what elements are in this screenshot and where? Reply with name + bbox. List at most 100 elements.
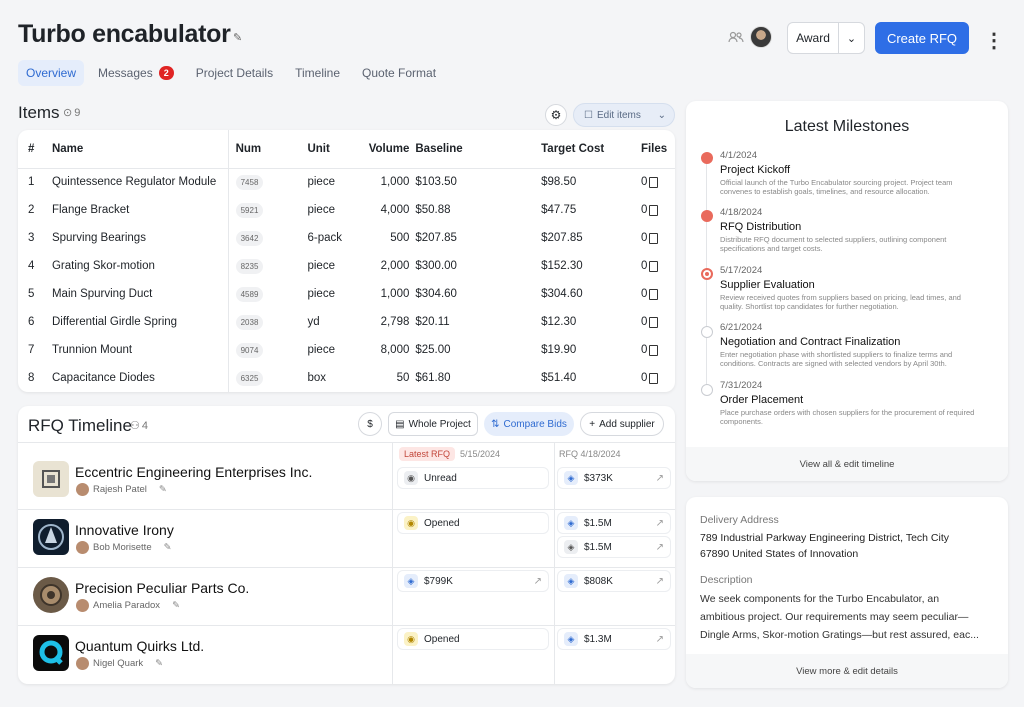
- avatar[interactable]: [750, 26, 772, 48]
- contact-name: Nigel Quark: [93, 658, 144, 669]
- bid-chip[interactable]: ◈ $1.5M ↗: [558, 537, 670, 557]
- files-cell[interactable]: 0: [641, 316, 659, 328]
- milestone-title: Supplier Evaluation: [720, 279, 815, 291]
- contact-name: Amelia Paradox: [93, 600, 161, 611]
- milestone-date: 4/1/2024: [720, 150, 757, 161]
- supplier-name[interactable]: Innovative Irony: [75, 522, 174, 538]
- description-line: Dingle Arms, Skor-motion Gratings—but re…: [700, 629, 979, 641]
- item-target-cost: $304.60: [541, 288, 583, 300]
- tag-icon: ◈: [564, 516, 578, 530]
- files-cell[interactable]: 0: [641, 344, 659, 356]
- bid-chip[interactable]: ◈ $373K ↗: [558, 468, 670, 488]
- latest-rfq-header: Latest RFQ 5/15/2024: [399, 447, 500, 461]
- supplier-logo: [33, 577, 69, 613]
- files-cell[interactable]: 0: [641, 204, 659, 216]
- tab-overview[interactable]: Overview: [18, 60, 85, 86]
- latest-rfq-date: 5/15/2024: [460, 449, 501, 459]
- milestones-title: Latest Milestones: [784, 118, 910, 135]
- edit-title-icon[interactable]: ✎: [233, 31, 242, 44]
- view-all-timeline-link[interactable]: View all & edit timeline: [686, 447, 1008, 481]
- milestone-item: 4/1/2024 Project Kickoff Official launch o…: [720, 150, 985, 197]
- edit-items-button[interactable]: ☐ Edit items ⌄: [573, 103, 675, 127]
- supplier-name[interactable]: Quantum Quirks Ltd.: [75, 638, 204, 654]
- table-row[interactable]: 6 Differential Girdle Spring 2038 yd 2,798 $2…: [18, 308, 675, 336]
- more-options-icon[interactable]: ⋮: [984, 28, 1004, 53]
- item-target-cost: $152.30: [541, 260, 583, 272]
- item-name: Trunnion Mount: [51, 344, 133, 356]
- view-more-details-link[interactable]: View more & edit details: [686, 654, 1008, 688]
- add-supplier-button[interactable]: + Add supplier: [580, 412, 664, 436]
- tab-label: Quote Format: [362, 66, 437, 80]
- bid-status-chip[interactable]: ◉ Unread: [398, 468, 548, 488]
- bid-chip[interactable]: ◈ $808K ↗: [558, 571, 670, 591]
- bid-amount: $373K: [584, 472, 613, 484]
- bid-amount: $799K: [424, 575, 453, 587]
- item-volume: 500: [390, 232, 410, 244]
- award-button[interactable]: Award: [787, 22, 839, 54]
- files-cell[interactable]: 0: [641, 260, 659, 272]
- tab-timeline[interactable]: Timeline: [287, 60, 348, 86]
- avatar: [76, 483, 89, 496]
- milestone-pending-icon: [701, 326, 713, 338]
- settings-gear-icon[interactable]: ⚙: [545, 104, 567, 126]
- item-baseline: $207.85: [415, 232, 457, 244]
- table-row[interactable]: 4 Grating Skor-motion 8235 piece 2,000 $300.0…: [18, 252, 675, 280]
- files-cell[interactable]: 0: [641, 176, 659, 188]
- milestone-title: Order Placement: [720, 394, 804, 406]
- table-row[interactable]: 3 Spurving Bearings 3642 6-pack 500 $207.85 $2…: [18, 224, 675, 252]
- edit-icon[interactable]: ✎: [159, 484, 167, 495]
- item-num-badge: 3642: [235, 231, 264, 246]
- arrow-up-right-icon: ↗: [655, 633, 664, 645]
- description-line: ambitious project. Our requirements may …: [700, 611, 969, 623]
- file-count: 0: [640, 288, 648, 300]
- edit-icon[interactable]: ✎: [155, 658, 163, 669]
- col-header: Baseline: [413, 130, 536, 169]
- avatar: [76, 657, 89, 670]
- file-count: 0: [640, 372, 648, 384]
- files-cell[interactable]: 0: [641, 232, 659, 244]
- tab-quote-format[interactable]: Quote Format: [354, 60, 444, 86]
- files-cell[interactable]: 0: [640, 372, 659, 384]
- team-members[interactable]: [728, 26, 772, 48]
- table-row[interactable]: 8 Capacitance Diodes 6325 box 50 $61.80 $51.40…: [18, 364, 675, 392]
- item-volume: 50: [396, 372, 410, 384]
- bid-status-chip[interactable]: ◉ Opened: [398, 513, 548, 533]
- bid-chip[interactable]: ◈ $1.3M ↗: [558, 629, 670, 649]
- file-icon: [649, 204, 659, 216]
- edit-icon[interactable]: ✎: [164, 542, 172, 553]
- item-unit: box: [307, 372, 327, 384]
- table-row[interactable]: 7 Trunnion Mount 9074 piece 8,000 $25.00 $19.9…: [18, 336, 675, 364]
- whole-project-button[interactable]: ▤ Whole Project: [388, 412, 478, 436]
- chevron-down-icon[interactable]: ⌄: [658, 110, 666, 121]
- bid-status-chip[interactable]: ◉ Opened: [398, 629, 548, 649]
- table-row[interactable]: 1 Quintessence Regulator Module 7458 piece 1…: [18, 168, 675, 196]
- supplier-name[interactable]: Eccentric Engineering Enterprises Inc.: [75, 464, 312, 480]
- item-unit: piece: [307, 176, 335, 189]
- files-cell[interactable]: 0: [640, 288, 659, 300]
- table-row[interactable]: 5 Main Spurving Duct 4589 piece 1,000 $304.60…: [18, 280, 675, 308]
- tab-project-details[interactable]: Project Details: [188, 60, 281, 86]
- bid-chip[interactable]: ◈ $799K ↗: [398, 571, 548, 591]
- compare-icon: ⇅: [491, 418, 500, 430]
- item-target-cost: $12.30: [541, 316, 577, 328]
- item-name: Grating Skor-motion: [51, 260, 155, 272]
- table-row[interactable]: 2 Flange Bracket 5921 piece 4,000 $50.88 $47.7…: [18, 196, 675, 224]
- currency-button[interactable]: $: [358, 412, 382, 436]
- tab-label: Overview: [26, 66, 77, 80]
- bid-status: Opened: [424, 517, 460, 529]
- eye-icon: ◉: [404, 516, 418, 530]
- compare-bids-button[interactable]: ⇅ Compare Bids: [484, 412, 574, 436]
- item-volume: 4,000: [380, 204, 410, 216]
- bid-chip[interactable]: ◈ $1.5M ↗: [558, 513, 670, 533]
- create-rfq-button[interactable]: Create RFQ: [875, 22, 969, 54]
- award-dropdown-button[interactable]: ⌄: [838, 22, 865, 54]
- item-volume: 1,000: [380, 176, 410, 189]
- file-icon: [649, 260, 659, 272]
- bid-status: Unread: [424, 472, 457, 484]
- milestone-item: 6/21/2024 Negotiation and Contract Finali…: [720, 322, 985, 369]
- edit-icon[interactable]: ✎: [172, 600, 180, 611]
- rfq-title: RFQ Timeline: [28, 416, 132, 435]
- supplier-name[interactable]: Precision Peculiar Parts Co.: [75, 580, 249, 596]
- tab-messages[interactable]: Messages 2: [90, 60, 182, 86]
- item-num-badge: 7458: [235, 175, 264, 191]
